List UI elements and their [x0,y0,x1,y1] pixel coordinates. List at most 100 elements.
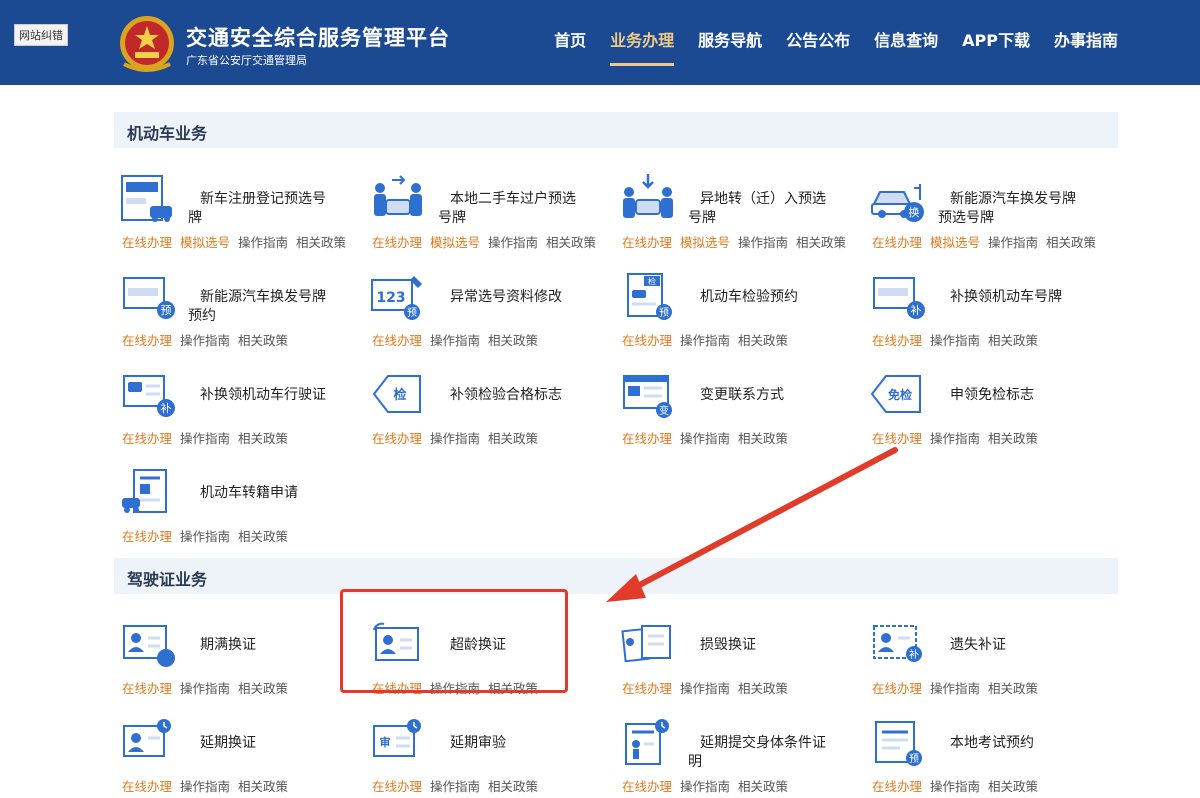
guide-link[interactable]: 操作指南 [430,779,480,794]
online-handle-link[interactable]: 在线办理 [122,529,172,544]
online-handle-link[interactable]: 在线办理 [622,235,672,250]
policy-link[interactable]: 相关政策 [488,333,538,348]
online-handle-link[interactable]: 在线办理 [122,431,172,446]
service-name: 新车注册登记预选号牌 [188,191,326,226]
guide-link[interactable]: 操作指南 [680,431,730,446]
driving-license-replace-icon: 补 [123,375,175,417]
simulate-plate-link[interactable]: 模拟选号 [180,235,230,250]
delay-review-icon: 审 [373,719,421,757]
policy-link[interactable]: 相关政策 [738,333,788,348]
policy-link[interactable]: 相关政策 [988,333,1038,348]
nav-handling-guide[interactable]: 办事指南 [1054,0,1118,58]
online-handle-link[interactable]: 在线办理 [372,235,422,250]
health-certificate-icon [625,719,669,765]
nav-info-query[interactable]: 信息查询 [874,0,938,58]
online-handle-link[interactable]: 在线办理 [122,333,172,348]
contact-change-icon: 变 [623,375,672,418]
guide-link[interactable]: 操作指南 [488,235,538,250]
policy-link[interactable]: 相关政策 [796,235,846,250]
service-links: 在线办理 操作指南 相关政策 [122,330,296,349]
service-links: 在线办理 操作指南 相关政策 [372,776,546,795]
online-handle-link[interactable]: 在线办理 [122,779,172,794]
service-name: 损毁换证 [700,637,756,653]
policy-link[interactable]: 相关政策 [238,779,288,794]
simulate-plate-link[interactable]: 模拟选号 [680,235,730,250]
guide-link[interactable]: 操作指南 [930,681,980,696]
simulate-plate-link[interactable]: 模拟选号 [930,235,980,250]
service-name: 异常选号资料修改 [450,289,562,305]
policy-link[interactable]: 相关政策 [988,681,1038,696]
guide-link[interactable]: 操作指南 [930,431,980,446]
service-name: 新能源汽车换发号牌预选号牌 [938,191,1076,226]
online-handle-link[interactable]: 在线办理 [372,779,422,794]
guide-link[interactable]: 操作指南 [930,333,980,348]
guide-link[interactable]: 操作指南 [180,529,230,544]
policy-link[interactable]: 相关政策 [238,681,288,696]
nav-home[interactable]: 首页 [554,0,586,58]
guide-link[interactable]: 操作指南 [238,235,288,250]
ev-plate-appointment-icon: 预 [123,277,175,319]
nav-announcements[interactable]: 公告公布 [786,0,850,58]
service-name: 本地二手车过户预选号牌 [438,191,576,226]
transfer-car-icon [374,175,422,216]
guide-link[interactable]: 操作指南 [180,333,230,348]
online-handle-link[interactable]: 在线办理 [122,235,172,250]
policy-link[interactable]: 相关政策 [488,431,538,446]
policy-link[interactable]: 相关政策 [1046,235,1096,250]
guide-link[interactable]: 操作指南 [988,235,1038,250]
online-handle-link[interactable]: 在线办理 [372,333,422,348]
policy-link[interactable]: 相关政策 [238,333,288,348]
service-card: 123 预 异常选号资料修改 在线办理 操作指南 相关政策 [366,272,606,352]
policy-link[interactable]: 相关政策 [238,431,288,446]
badge-text: 预 [161,304,172,317]
guide-link[interactable]: 操作指南 [430,431,480,446]
guide-link[interactable]: 操作指南 [930,779,980,794]
guide-link[interactable]: 操作指南 [738,235,788,250]
online-handle-link[interactable]: 在线办理 [122,681,172,696]
service-card: 换 新能源汽车换发号牌预选号牌 在线办理 模拟选号 操作指南 相关政策 [866,174,1106,254]
guide-link[interactable]: 操作指南 [680,681,730,696]
delay-renewal-icon [123,719,171,757]
nav-service-guide[interactable]: 服务导航 [698,0,762,58]
policy-link[interactable]: 相关政策 [988,431,1038,446]
nav-business[interactable]: 业务办理 [610,0,675,66]
guide-link[interactable]: 操作指南 [680,333,730,348]
nav-app-download[interactable]: APP下载 [962,0,1030,58]
guide-link[interactable]: 操作指南 [680,779,730,794]
policy-link[interactable]: 相关政策 [738,779,788,794]
online-handle-link[interactable]: 在线办理 [622,333,672,348]
online-handle-link[interactable]: 在线办理 [622,681,672,696]
policy-link[interactable]: 相关政策 [738,681,788,696]
online-handle-link[interactable]: 在线办理 [872,333,922,348]
policy-link[interactable]: 相关政策 [296,235,346,250]
policy-link[interactable]: 相关政策 [488,779,538,794]
service-card: 检 补领检验合格标志 在线办理 操作指南 相关政策 [366,370,606,450]
service-links: 在线办理 模拟选号 操作指南 相关政策 [122,232,354,251]
badge-text: 预 [909,753,919,765]
online-handle-link[interactable]: 在线办理 [872,681,922,696]
site-correction-link[interactable]: 网站纠错 [14,24,68,46]
service-name: 本地考试预约 [950,735,1034,751]
guide-link[interactable]: 操作指南 [430,333,480,348]
guide-link[interactable]: 操作指南 [180,779,230,794]
simulate-plate-link[interactable]: 模拟选号 [430,235,480,250]
online-handle-link[interactable]: 在线办理 [872,235,922,250]
online-handle-link[interactable]: 在线办理 [872,779,922,794]
plate-replace-icon: 补 [873,277,925,319]
policy-link[interactable]: 相关政策 [738,431,788,446]
service-card: 预 本地考试预约 在线办理 操作指南 相关政策 [866,718,1106,798]
online-handle-link[interactable]: 在线办理 [622,779,672,794]
policy-link[interactable]: 相关政策 [546,235,596,250]
online-handle-link[interactable]: 在线办理 [372,431,422,446]
online-handle-link[interactable]: 在线办理 [872,431,922,446]
service-card: 预 新能源汽车换发号牌预约 在线办理 操作指南 相关政策 [116,272,356,352]
policy-link[interactable]: 相关政策 [238,529,288,544]
guide-link[interactable]: 操作指南 [180,681,230,696]
online-handle-link[interactable]: 在线办理 [622,431,672,446]
section-title: 机动车业务 [127,124,208,143]
badge-text: 检 [648,276,656,286]
service-links: 在线办理 操作指南 相关政策 [372,330,546,349]
guide-link[interactable]: 操作指南 [180,431,230,446]
service-name: 补换领机动车号牌 [950,289,1062,305]
policy-link[interactable]: 相关政策 [988,779,1038,794]
